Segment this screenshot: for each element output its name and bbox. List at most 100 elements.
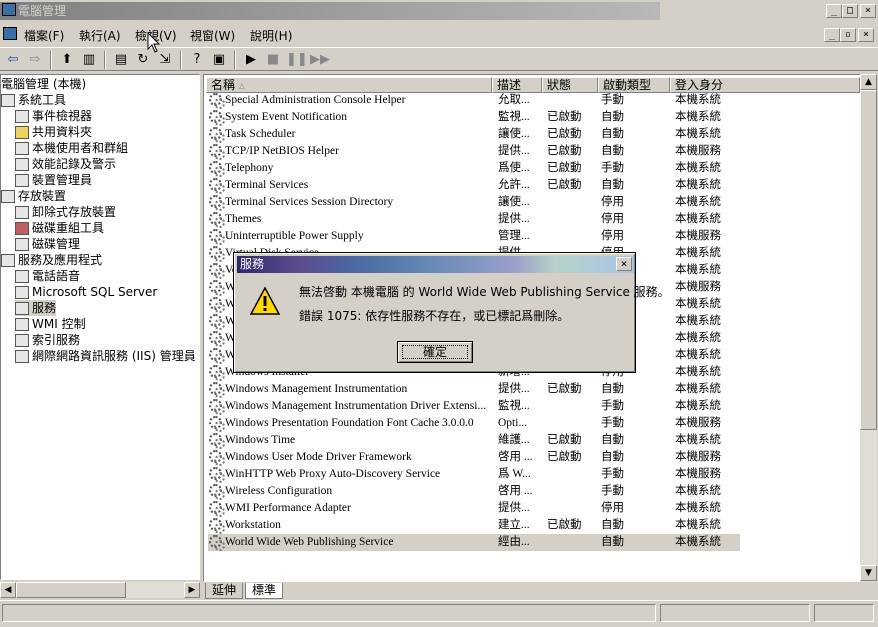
- tree-item-local-users[interactable]: 本機使用者和群組: [15, 140, 128, 156]
- tree-item-label: WMI 控制: [32, 317, 86, 331]
- gear-icon: [208, 415, 225, 432]
- list-item[interactable]: Terminal Services 允許... 已啟動 自動 本機系統: [208, 177, 740, 194]
- cell-text: 本機系統: [675, 434, 721, 446]
- menu-window[interactable]: 視窗(W): [190, 27, 235, 44]
- back-icon[interactable]: ⇦: [4, 51, 22, 69]
- tree-item-disk-defragmenter[interactable]: 磁碟重組工具: [15, 220, 104, 236]
- ok-button[interactable]: 確定: [397, 341, 473, 363]
- service-status: 已啟動: [547, 449, 601, 466]
- child-close-button[interactable]: ×: [858, 28, 874, 42]
- list-item[interactable]: World Wide Web Publishing Service 經由... 自動…: [208, 534, 740, 551]
- cell-text: 本機系統: [675, 128, 721, 140]
- maximize-button[interactable]: □: [842, 4, 858, 18]
- cell-text: 提供...: [498, 502, 530, 514]
- tree-item-wmi-control[interactable]: WMI 控制: [15, 316, 86, 332]
- column-header-log-on-as[interactable]: 登入身分: [670, 77, 860, 93]
- cell-text: 已啟動: [547, 383, 582, 395]
- show-tree-icon[interactable]: ▥: [80, 51, 98, 69]
- service-log-on-as: 本機系統: [675, 483, 865, 500]
- list-item[interactable]: Windows Time 維護... 已啟動 自動 本機系統: [208, 432, 740, 449]
- tree-item-indexing-service[interactable]: 索引服務: [15, 332, 80, 348]
- tree-item-iis-manager[interactable]: 網際網路資訊服務 (IIS) 管理員: [15, 348, 196, 364]
- column-header-startup-type[interactable]: 啟動類型: [598, 77, 670, 93]
- service-name: WinHTTP Web Proxy Auto-Discovery Service: [208, 466, 494, 483]
- scroll-down-icon[interactable]: ▼: [860, 565, 877, 581]
- scroll-up-icon[interactable]: ▲: [860, 74, 877, 90]
- forward-icon[interactable]: ⇨: [26, 51, 44, 69]
- help-icon[interactable]: ?: [188, 51, 206, 69]
- list-item[interactable]: Special Administration Console Helper 允取.…: [208, 92, 740, 109]
- tree-item-storage[interactable]: 存放裝置: [1, 188, 66, 204]
- list-item[interactable]: Wireless Configuration 啓用 ... 手動 本機系統: [208, 483, 740, 500]
- menu-help[interactable]: 說明(H): [250, 27, 292, 44]
- column-header-status[interactable]: 狀態: [542, 77, 598, 93]
- dialog-close-button[interactable]: ×: [616, 257, 632, 271]
- list-item[interactable]: Task Scheduler 讓使... 已啟動 自動 本機系統: [208, 126, 740, 143]
- status-panel: [814, 604, 874, 622]
- up-folder-icon[interactable]: ⬆: [58, 51, 76, 69]
- close-button[interactable]: ×: [860, 4, 876, 18]
- status-bar: [0, 600, 878, 627]
- tree-item-removable-storage[interactable]: 卸除式存放裝置: [15, 204, 116, 220]
- tree-item-device-manager[interactable]: 裝置管理員: [15, 172, 92, 188]
- play-icon[interactable]: ▶: [242, 51, 260, 69]
- tree-item-performance-logs[interactable]: 效能記錄及警示: [15, 156, 116, 172]
- tree-item-services[interactable]: 服務: [15, 300, 57, 316]
- menu-action[interactable]: 執行(A): [79, 27, 121, 44]
- tab-standard[interactable]: 標準: [245, 583, 284, 599]
- tree-item-computer-management[interactable]: 電腦管理 (本機): [1, 76, 86, 92]
- list-item[interactable]: TCP/IP NetBIOS Helper 提供... 已啟動 自動 本機服務: [208, 143, 740, 160]
- device-manager-icon: [15, 173, 29, 187]
- list-item[interactable]: Uninterruptible Power Supply 管理... 停用 本機服務: [208, 228, 740, 245]
- service-description: 經由...: [498, 534, 546, 551]
- scroll-thumb[interactable]: [16, 582, 126, 598]
- storage-icon: [1, 189, 15, 203]
- child-minimize-button[interactable]: _: [824, 28, 840, 42]
- list-item[interactable]: Windows Management Instrumentation 提供... 已…: [208, 381, 740, 398]
- tree-item-system-tools[interactable]: 系統工具: [1, 92, 66, 108]
- list-item[interactable]: Windows User Mode Driver Framework 啓用 ...…: [208, 449, 740, 466]
- service-name: System Event Notification: [208, 109, 494, 126]
- list-item[interactable]: WMI Performance Adapter 提供... 停用 本機系統: [208, 500, 740, 517]
- cell-text: 讓使...: [498, 196, 530, 208]
- list-item[interactable]: Telephony 爲使... 已啟動 手動 本機系統: [208, 160, 740, 177]
- console-menu-icon[interactable]: [3, 27, 17, 40]
- list-item[interactable]: WinHTTP Web Proxy Auto-Discovery Service…: [208, 466, 740, 483]
- console-tree[interactable]: 電腦管理 (本機) 系統工具 事件檢視器 共用資料夾 本機使用者和群組 效能記錄…: [0, 74, 200, 580]
- tree-item-services-applications[interactable]: 服務及應用程式: [1, 252, 102, 268]
- service-description: 監視...: [498, 109, 546, 126]
- tree-item-event-viewer[interactable]: 事件檢視器: [15, 108, 92, 124]
- tree-horizontal-scrollbar[interactable]: ◀ ▶: [0, 582, 200, 598]
- list-item[interactable]: Workstation 建立... 已啟動 自動 本機系統: [208, 517, 740, 534]
- list-item[interactable]: Terminal Services Session Directory 讓使...…: [208, 194, 740, 211]
- stop-icon[interactable]: ■: [264, 51, 282, 69]
- tab-extended[interactable]: 延伸: [205, 583, 244, 599]
- list-item[interactable]: Themes 提供... 停用 本機系統: [208, 211, 740, 228]
- scroll-left-icon[interactable]: ◀: [0, 582, 16, 598]
- list-item[interactable]: Windows Presentation Foundation Font Cac…: [208, 415, 740, 432]
- minimize-button[interactable]: _: [826, 4, 842, 18]
- column-header-name[interactable]: 名稱 ▵: [206, 77, 492, 93]
- menu-file[interactable]: 檔案(F): [24, 27, 64, 44]
- tree-item-disk-management[interactable]: 磁碟管理: [15, 236, 80, 252]
- console-icon[interactable]: ▣: [210, 51, 228, 69]
- cell-text: 本機系統: [675, 162, 721, 174]
- list-item[interactable]: System Event Notification 監視... 已啟動 自動 本機系統: [208, 109, 740, 126]
- child-restore-button[interactable]: ▫: [840, 28, 856, 42]
- tree-item-shared-folders[interactable]: 共用資料夾: [15, 124, 92, 140]
- tree-item-sql-server[interactable]: Microsoft SQL Server: [15, 284, 157, 300]
- tree-item-telephony[interactable]: 電話語音: [15, 268, 80, 284]
- service-description: 讓使...: [498, 194, 546, 211]
- database-icon: [15, 285, 29, 299]
- service-startup-type: 停用: [601, 500, 673, 517]
- column-header-description[interactable]: 描述: [492, 77, 542, 93]
- scroll-right-icon[interactable]: ▶: [184, 582, 200, 598]
- service-log-on-as: 本機系統: [675, 432, 865, 449]
- pause-icon[interactable]: ❚❚: [286, 51, 308, 69]
- list-item[interactable]: Windows Management Instrumentation Drive…: [208, 398, 740, 415]
- cell-text: 本機服務: [675, 451, 721, 463]
- properties-icon[interactable]: ▤: [112, 51, 130, 69]
- scroll-thumb[interactable]: [860, 90, 877, 430]
- restart-icon[interactable]: ▶▶: [310, 51, 330, 69]
- list-vertical-scrollbar[interactable]: ▲ ▼: [860, 74, 877, 582]
